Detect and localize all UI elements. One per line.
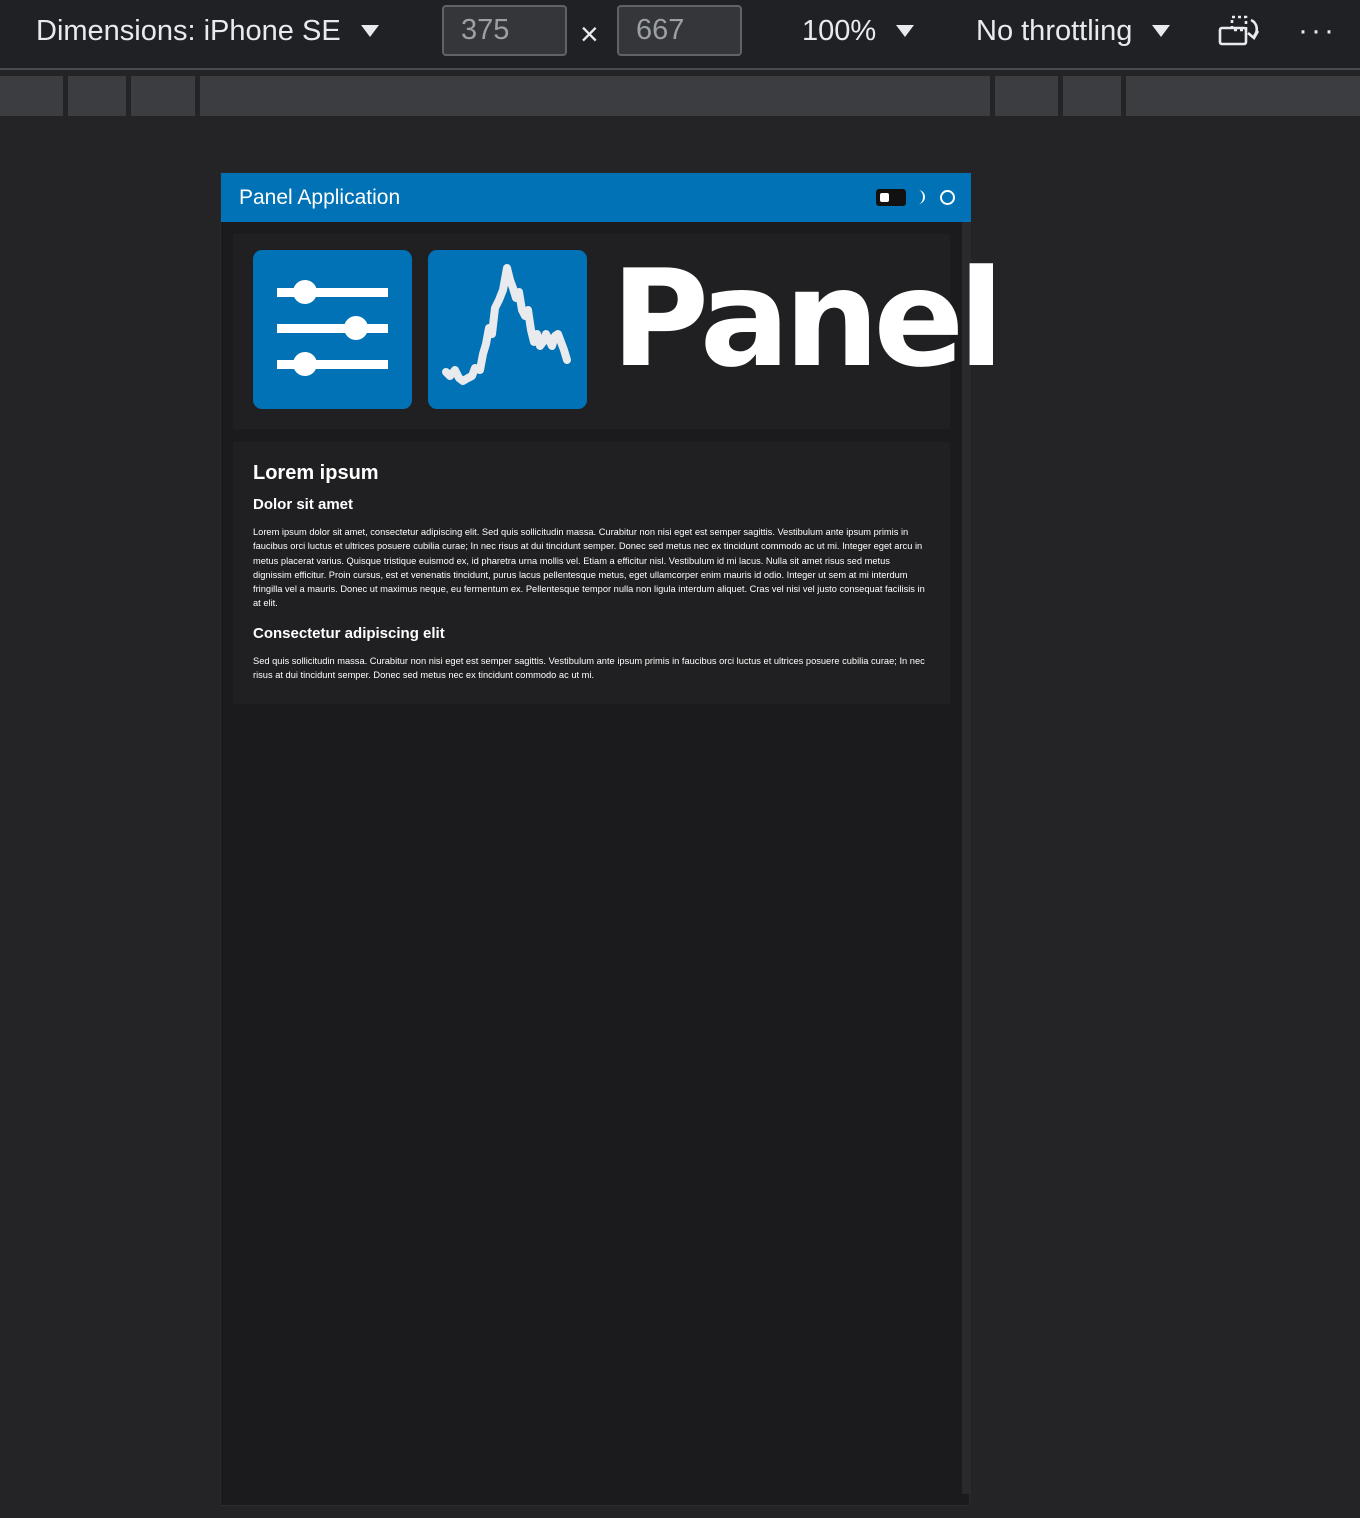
app-header: Panel Application (221, 173, 971, 222)
theme-toggle-icon[interactable] (876, 189, 906, 206)
zoom-dropdown[interactable]: 100% (802, 0, 915, 62)
section-paragraph: Sed quis sollicitudin massa. Curabitur n… (253, 655, 925, 681)
panel-logo-wordmark: Panel (611, 241, 1004, 397)
section-paragraph: Lorem ipsum dolor sit amet, consectetur … (253, 527, 925, 609)
ruler-divider (63, 76, 68, 116)
more-options-button[interactable]: ··· (1298, 0, 1337, 62)
section-title: Dolor sit amet (253, 496, 354, 513)
content-heading: Lorem ipsum (253, 462, 379, 484)
chevron-down-icon (896, 25, 915, 37)
chevron-down-icon (360, 25, 379, 37)
device-viewport: Panel Application Panel Lorem ipsum Dolo… (220, 172, 1004, 1506)
scrollbar[interactable] (962, 222, 971, 1494)
throttling-label: No throttling (976, 14, 1133, 47)
device-toolbar: Dimensions: iPhone SE 375 × 667 100% No … (0, 0, 1360, 70)
rotate-icon (1218, 15, 1260, 46)
ruler-divider (1058, 76, 1063, 116)
chevron-down-icon (1152, 25, 1171, 37)
logo-card: Panel (233, 234, 1004, 429)
markdown-card: Lorem ipsum Dolor sit amet Lorem ipsum d… (233, 442, 950, 704)
ruler-divider (1121, 76, 1126, 116)
dimensions-dropdown[interactable]: Dimensions: iPhone SE (36, 0, 379, 62)
width-input[interactable]: 375 (442, 5, 567, 56)
height-input[interactable]: 667 (617, 5, 742, 56)
more-options-icon: ··· (1298, 14, 1337, 47)
app-title: Panel Application (239, 185, 401, 209)
ruler-divider (195, 76, 200, 116)
media-query-bar[interactable] (0, 76, 1360, 116)
line-chart-icon (428, 250, 587, 409)
ruler-divider (990, 76, 995, 116)
moon-icon[interactable] (915, 190, 929, 204)
zoom-label: 100% (802, 14, 877, 47)
circle-icon[interactable] (940, 190, 955, 205)
sliders-icon (253, 250, 412, 409)
ruler-divider (126, 76, 131, 116)
times-symbol: × (580, 16, 599, 52)
section-title: Consectetur adipiscing elit (253, 624, 445, 642)
throttling-dropdown[interactable]: No throttling (976, 0, 1171, 62)
rotate-button[interactable] (1218, 0, 1262, 62)
dimensions-label: Dimensions: iPhone SE (36, 14, 341, 47)
